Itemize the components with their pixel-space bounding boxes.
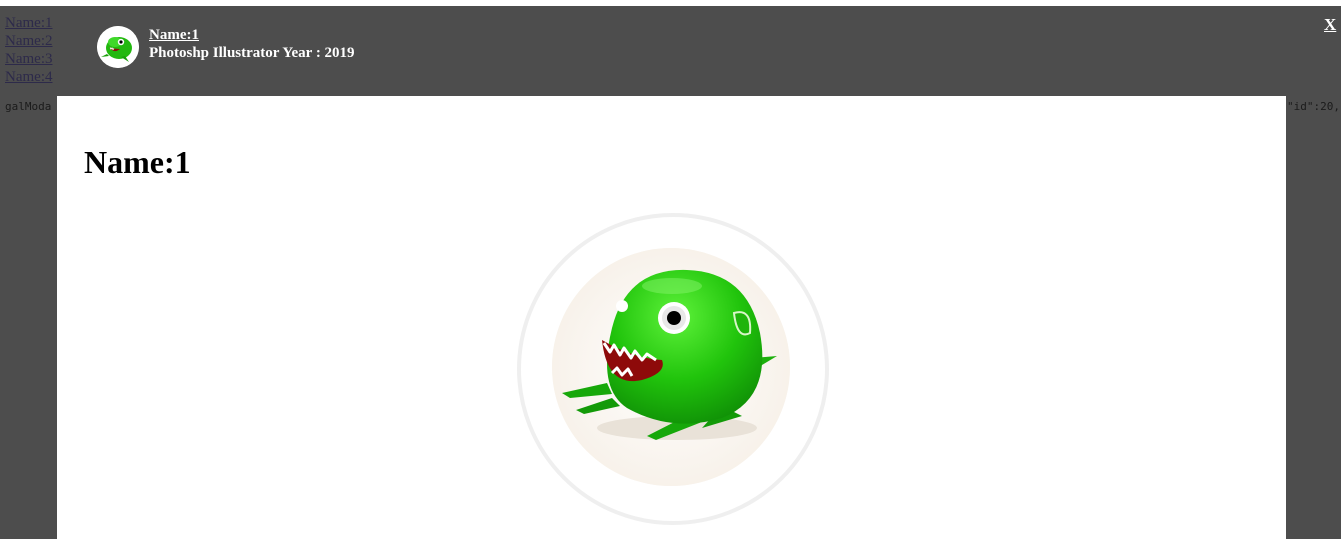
debug-text-left: galModa <box>5 100 52 113</box>
background-link[interactable]: Name:2 <box>5 32 52 50</box>
background-link[interactable]: Name:4 <box>5 68 52 86</box>
green-monster-image <box>552 248 790 486</box>
gallery-modal: Name:1 <box>57 96 1286 539</box>
header-title[interactable]: Name:1 <box>149 26 199 44</box>
background-link-list: Name:1 Name:2 Name:3 Name:4 <box>5 14 52 86</box>
close-button[interactable]: X <box>1324 15 1336 35</box>
header-subtitle: Photoshp Illustrator Year : 2019 <box>149 45 355 61</box>
background-link[interactable]: Name:1 <box>5 14 52 32</box>
header-avatar <box>97 26 139 68</box>
green-monster-icon <box>97 26 139 68</box>
debug-text-right: "id":20, <box>1287 100 1340 113</box>
modal-title: Name:1 <box>84 144 191 180</box>
background-link[interactable]: Name:3 <box>5 50 52 68</box>
app-window: Name:1 Name:2 Name:3 Name:4 galModa "id"… <box>0 0 1341 539</box>
modal-image <box>552 248 790 486</box>
